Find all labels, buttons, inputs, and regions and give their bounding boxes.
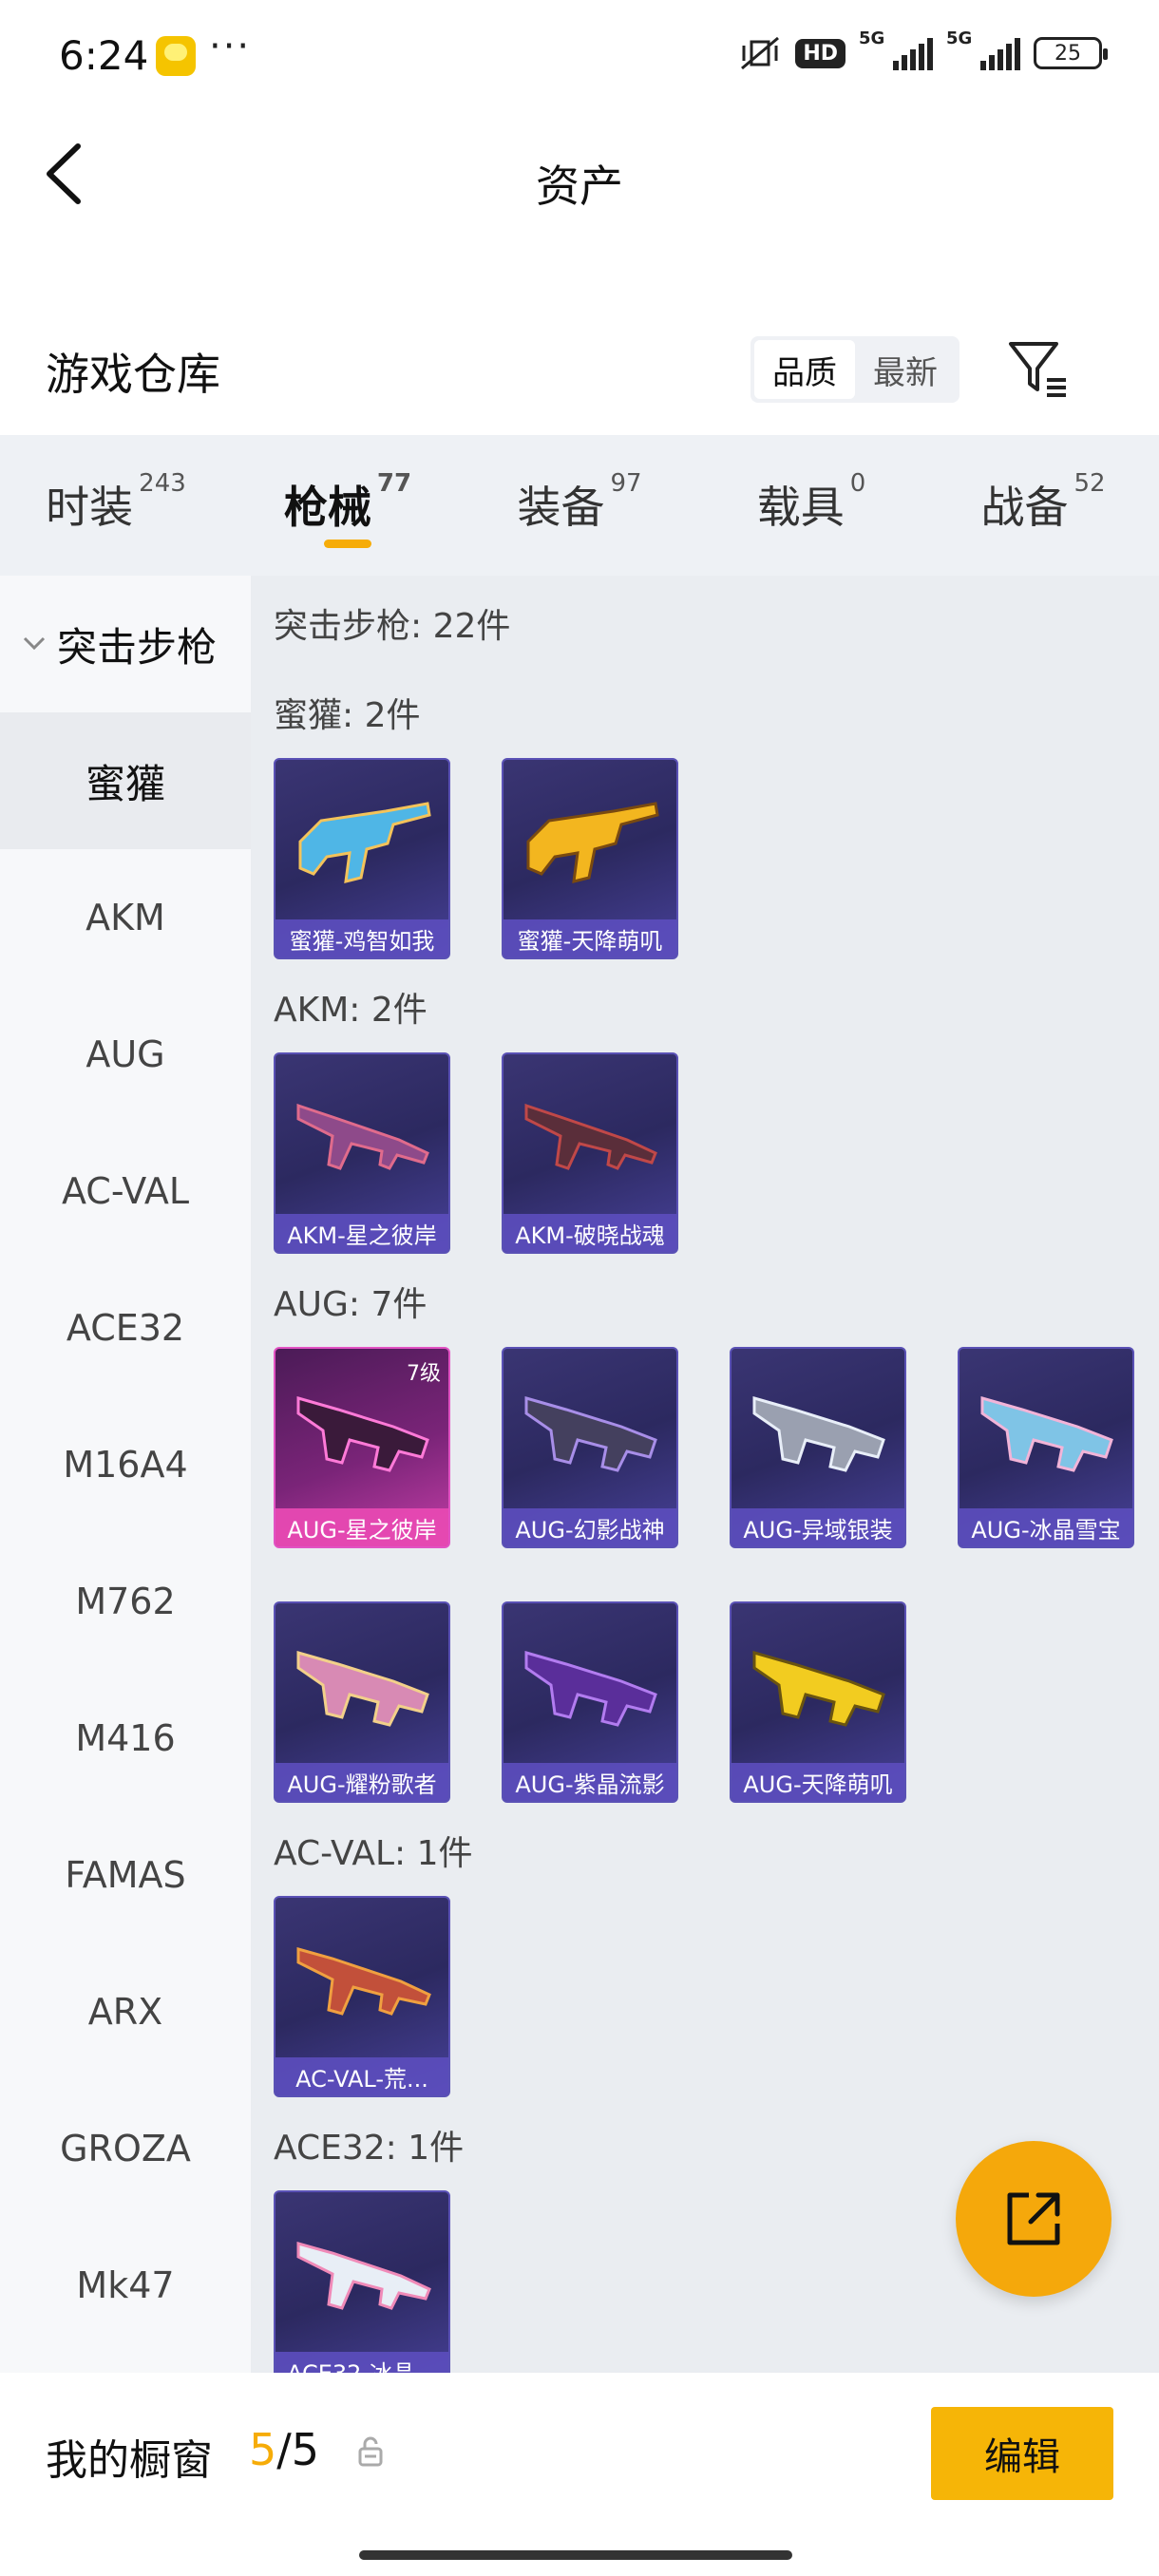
sidebar-item-m16a4[interactable]: M16A4 [0,1396,251,1533]
filter-icon [1009,342,1066,397]
group-label: AC-VAL: 1件 [274,1834,473,1873]
mute-vibrate-icon [738,34,782,72]
rifle-icon [526,802,659,883]
rifle-icon [296,1396,429,1472]
rifle-icon [296,2242,431,2310]
signal-strength-icon-2: 5G [946,28,1020,70]
warehouse-header: 游戏仓库 品质 最新 [0,313,1159,427]
skin-card-rare[interactable]: 7级 AUG-星之彼岸 [274,1347,450,1548]
tab-fashion[interactable]: 时装 243 [0,435,232,576]
sidebar-item-groza[interactable]: GROZA [0,2080,251,2217]
showcase-bar: 我的橱窗 5/5 编辑 [0,2373,1159,2576]
tab-vehicles[interactable]: 载具 0 [695,435,927,576]
group-label: 蜜獾: 2件 [274,696,421,735]
sidebar-item-ace32[interactable]: ACE32 [0,1260,251,1396]
skin-card[interactable]: AUG-天降萌叽 [730,1601,906,1803]
filter-button[interactable] [1005,334,1072,401]
home-indicator[interactable] [359,2550,792,2560]
external-share-icon [1007,2192,1060,2245]
lock-icon [357,2435,384,2472]
rifle-icon [524,1396,657,1472]
showcase-count: 5/5 [249,2424,320,2475]
sidebar-item-arx[interactable]: ARX [0,1943,251,2080]
nav-bar: 资产 [0,114,1159,237]
showcase-label: 我的橱窗 [46,2436,213,2485]
tab-equipment[interactable]: 装备 97 [464,435,695,576]
skin-card[interactable]: AUG-幻影战神 [502,1347,678,1548]
tab-gear[interactable]: 战备 52 [927,435,1159,576]
skin-card[interactable]: AKM-破晓战魂 [502,1052,678,1254]
skin-card[interactable]: AUG-冰晶雪宝 [958,1347,1134,1548]
skin-card[interactable]: AKM-星之彼岸 [274,1052,450,1254]
weapon-grid: 突击步枪: 22件 蜜獾: 2件 蜜獾-鸡智如我 蜜獾-天降萌叽 AKM: 2件… [251,576,1159,2373]
category-total: 突击步枪: 22件 [274,607,511,646]
sidebar-group-assault-rifles[interactable]: 突击步枪 [0,576,251,712]
sort-latest-button[interactable]: 最新 [855,340,956,399]
skin-card[interactable]: AC-VAL-荒... [274,1896,450,2097]
rifle-icon [296,1103,429,1170]
rifle-icon [524,1103,657,1170]
sidebar-item-akm[interactable]: AKM [0,849,251,986]
chevron-down-icon [23,636,46,651]
skin-card[interactable]: AUG-耀粉歌者 [274,1601,450,1803]
page-title: 资产 [536,161,623,212]
sidebar-item-ac-val[interactable]: AC-VAL [0,1123,251,1260]
sidebar-item-honey-badger[interactable]: 蜜獾 [0,712,251,849]
skin-card[interactable]: AUG-异域银装 [730,1347,906,1548]
group-label: AUG: 7件 [274,1285,428,1324]
rifle-icon [752,1651,885,1727]
warehouse-title: 游戏仓库 [46,349,220,400]
sidebar-item-m762[interactable]: M762 [0,1533,251,1670]
tab-weapons[interactable]: 枪械 77 [232,435,464,576]
signal-strength-icon: 5G [859,28,933,70]
group-label: ACE32: 1件 [274,2129,465,2168]
status-time: 6:24 [59,32,149,79]
rifle-icon [752,1396,885,1472]
skin-card[interactable]: ACE32-冰晶... [274,2190,450,2373]
sidebar-item-aug[interactable]: AUG [0,986,251,1123]
weapon-type-sidebar: 突击步枪 蜜獾 AKM AUG AC-VAL ACE32 M16A4 M762 … [0,576,251,2373]
sort-toggle: 品质 最新 [750,336,960,403]
share-button[interactable] [956,2141,1112,2297]
sidebar-item-m416[interactable]: M416 [0,1670,251,1807]
edit-button[interactable]: 编辑 [931,2407,1113,2500]
rifle-icon [980,1396,1113,1472]
sidebar-item-famas[interactable]: FAMAS [0,1807,251,1943]
rifle-icon [524,1651,657,1727]
group-label: AKM: 2件 [274,991,428,1030]
battery-icon: 25 [1034,37,1108,69]
category-tabs: 时装 243 枪械 77 装备 97 载具 0 战备 52 [0,435,1159,576]
rifle-icon [298,802,431,883]
rifle-icon [296,1947,431,2016]
skin-card[interactable]: AUG-紫晶流影 [502,1601,678,1803]
sidebar-item-mk47[interactable]: Mk47 [0,2217,251,2354]
skin-card[interactable]: 蜜獾-天降萌叽 [502,758,678,959]
status-icons: HD 5G 5G 25 [738,28,1108,72]
more-notifications-icon: ··· [209,25,252,68]
hd-voice-badge: HD [795,38,846,68]
app-notification-icon [156,36,196,76]
rifle-icon [296,1651,429,1727]
status-bar: 6:24 ··· HD 5G 5G 25 [0,0,1159,114]
sort-quality-button[interactable]: 品质 [754,340,855,399]
skin-card[interactable]: 蜜獾-鸡智如我 [274,758,450,959]
